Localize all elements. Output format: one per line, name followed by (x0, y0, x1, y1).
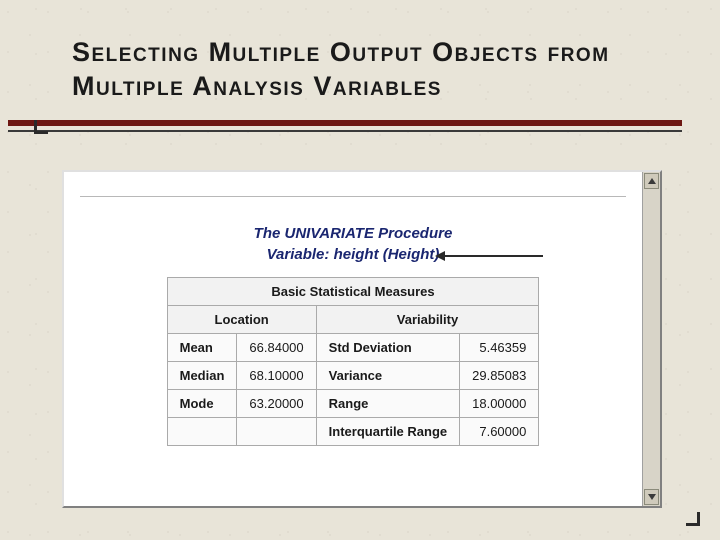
std-label: Std Deviation (316, 334, 459, 362)
mean-value: 66.84000 (237, 334, 316, 362)
empty-cell (237, 418, 316, 446)
variable-line-text: Variable: height (Height) (267, 246, 440, 263)
std-value: 5.46359 (460, 334, 539, 362)
median-value: 68.10000 (237, 362, 316, 390)
title-rule (8, 120, 712, 134)
variable-line: Variable: height (Height) (76, 246, 630, 263)
vertical-scrollbar[interactable] (642, 172, 660, 506)
median-label: Median (167, 362, 237, 390)
range-value: 18.00000 (460, 390, 539, 418)
corner-mark-left (34, 120, 48, 134)
table-title-cell: Basic Statistical Measures (167, 278, 539, 306)
table-row: Median 68.10000 Variance 29.85083 (167, 362, 539, 390)
rule-thick (8, 120, 682, 126)
arrow-annotation-icon (443, 255, 543, 257)
table-row: Interquartile Range 7.60000 (167, 418, 539, 446)
procedure-title: The UNIVARIATE Procedure (76, 225, 630, 242)
divider (80, 196, 626, 197)
var-value: 29.85083 (460, 362, 539, 390)
table-row: Mean 66.84000 Std Deviation 5.46359 (167, 334, 539, 362)
slide-frame: Selecting Multiple Output Objects from M… (8, 8, 712, 532)
mode-label: Mode (167, 390, 237, 418)
empty-cell (167, 418, 237, 446)
iqr-label: Interquartile Range (316, 418, 459, 446)
col-location: Location (167, 306, 316, 334)
mean-label: Mean (167, 334, 237, 362)
corner-mark-right (686, 512, 700, 526)
output-window: The UNIVARIATE Procedure Variable: heigh… (62, 170, 662, 508)
table-row: Basic Statistical Measures (167, 278, 539, 306)
rule-thin (8, 130, 682, 132)
scroll-up-button[interactable] (644, 173, 659, 189)
table-row: Location Variability (167, 306, 539, 334)
table-row: Mode 63.20000 Range 18.00000 (167, 390, 539, 418)
title-block: Selecting Multiple Output Objects from M… (8, 8, 712, 114)
mode-value: 63.20000 (237, 390, 316, 418)
var-label: Variance (316, 362, 459, 390)
iqr-value: 7.60000 (460, 418, 539, 446)
chevron-up-icon (648, 178, 656, 184)
stats-table: Basic Statistical Measures Location Vari… (167, 277, 540, 446)
output-content: The UNIVARIATE Procedure Variable: heigh… (64, 172, 642, 506)
slide-title: Selecting Multiple Output Objects from M… (72, 36, 682, 104)
range-label: Range (316, 390, 459, 418)
scroll-down-button[interactable] (644, 489, 659, 505)
col-variability: Variability (316, 306, 539, 334)
chevron-down-icon (648, 494, 656, 500)
